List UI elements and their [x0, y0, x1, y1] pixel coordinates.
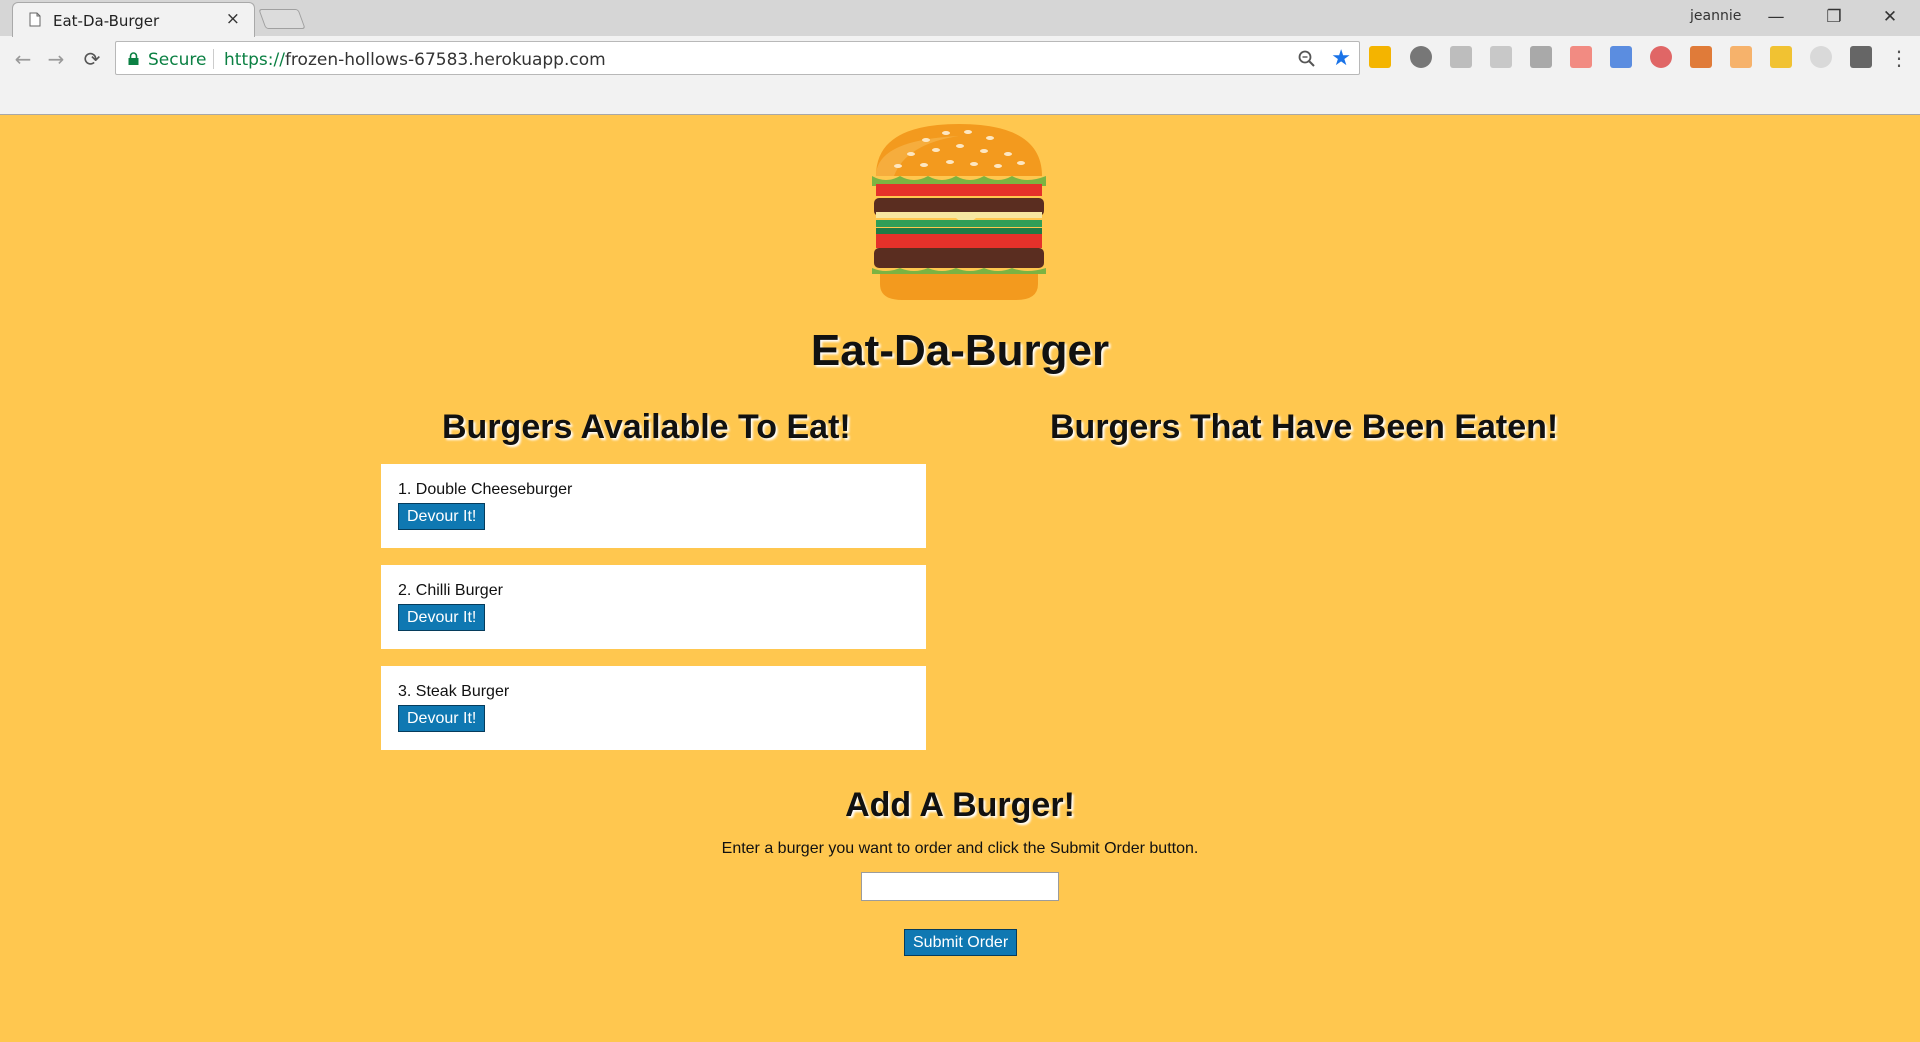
burger-card: 1. Double Cheeseburger Devour It!	[381, 464, 926, 548]
url-text[interactable]: https://frozen-hollows-67583.herokuapp.c…	[224, 50, 606, 70]
burger-card: 2. Chilli Burger Devour It!	[381, 565, 926, 649]
address-bar[interactable]: Secure https://frozen-hollows-67583.hero…	[115, 41, 1360, 75]
burger-logo	[872, 124, 1046, 300]
burger-name: 3. Steak Burger	[398, 683, 510, 700]
ext-color-wheel-icon[interactable]	[1650, 46, 1672, 68]
ext-hammer-icon[interactable]	[1690, 46, 1712, 68]
forward-icon[interactable]: →	[42, 45, 70, 73]
ext-note-icon[interactable]	[1850, 46, 1872, 68]
devour-button[interactable]: Devour It!	[398, 503, 486, 530]
browser-menu-icon[interactable]: ⋮	[1889, 46, 1909, 70]
profile-name[interactable]: jeannie	[1690, 8, 1741, 24]
browser-chrome: Eat-Da-Burger × jeannie — ❐ ✕ ← → ⟳ Secu…	[0, 0, 1920, 115]
minimize-icon[interactable]: —	[1756, 4, 1796, 30]
browser-toolbar: ← → ⟳ Secure https://frozen-hollows-6758…	[0, 36, 1920, 81]
burger-name-input[interactable]	[861, 872, 1059, 901]
close-window-icon[interactable]: ✕	[1870, 4, 1910, 30]
secure-label: Secure	[148, 50, 207, 70]
burger-card: 3. Steak Burger Devour It!	[381, 666, 926, 750]
tab-title: Eat-Da-Burger	[53, 12, 160, 30]
ext-pencil-icon[interactable]	[1730, 46, 1752, 68]
available-heading: Burgers Available To Eat!	[442, 408, 851, 446]
add-burger-heading: Add A Burger!	[845, 786, 1075, 824]
reload-icon[interactable]: ⟳	[78, 45, 106, 73]
burger-name: 2. Chilli Burger	[398, 582, 503, 599]
ext-arrow-icon[interactable]	[1570, 46, 1592, 68]
bookmark-star-icon[interactable]: ★	[1331, 45, 1351, 71]
back-icon[interactable]: ←	[9, 45, 37, 73]
ext-s-icon[interactable]	[1530, 46, 1552, 68]
burger-name: 1. Double Cheeseburger	[398, 481, 573, 498]
ext-doc-icon[interactable]	[1610, 46, 1632, 68]
add-burger-instructions: Enter a burger you want to order and cli…	[721, 840, 1199, 857]
ext-yellow-icon[interactable]	[1369, 46, 1391, 68]
ext-g-icon[interactable]	[1450, 46, 1472, 68]
devour-button[interactable]: Devour It!	[398, 604, 486, 631]
eaten-heading: Burgers That Have Been Eaten!	[1050, 408, 1559, 446]
omnibox-separator	[213, 49, 214, 69]
page-icon	[29, 12, 41, 27]
tab-strip: Eat-Da-Burger × jeannie — ❐ ✕	[0, 0, 1920, 37]
devour-button[interactable]: Devour It!	[398, 705, 486, 732]
url-scheme: https://	[224, 50, 285, 70]
new-tab-button[interactable]	[258, 9, 306, 29]
zoom-icon[interactable]	[1297, 49, 1317, 69]
restore-icon[interactable]: ❐	[1814, 4, 1854, 30]
ext-diamond-icon[interactable]	[1770, 46, 1792, 68]
page-title: Eat-Da-Burger	[810, 326, 1110, 375]
browser-tab[interactable]: Eat-Da-Burger ×	[12, 2, 255, 37]
url-host: frozen-hollows-67583.herokuapp.com	[284, 50, 606, 70]
page-content: Eat-Da-Burger Burgers Available To Eat! …	[0, 116, 1920, 1042]
lock-icon	[128, 52, 139, 65]
ext-timer-icon[interactable]	[1410, 46, 1432, 68]
ext-brackets-icon[interactable]	[1810, 46, 1832, 68]
ext-pdf-icon[interactable]	[1490, 46, 1512, 68]
tab-close-icon[interactable]: ×	[226, 9, 240, 29]
submit-order-button[interactable]: Submit Order	[904, 929, 1018, 956]
